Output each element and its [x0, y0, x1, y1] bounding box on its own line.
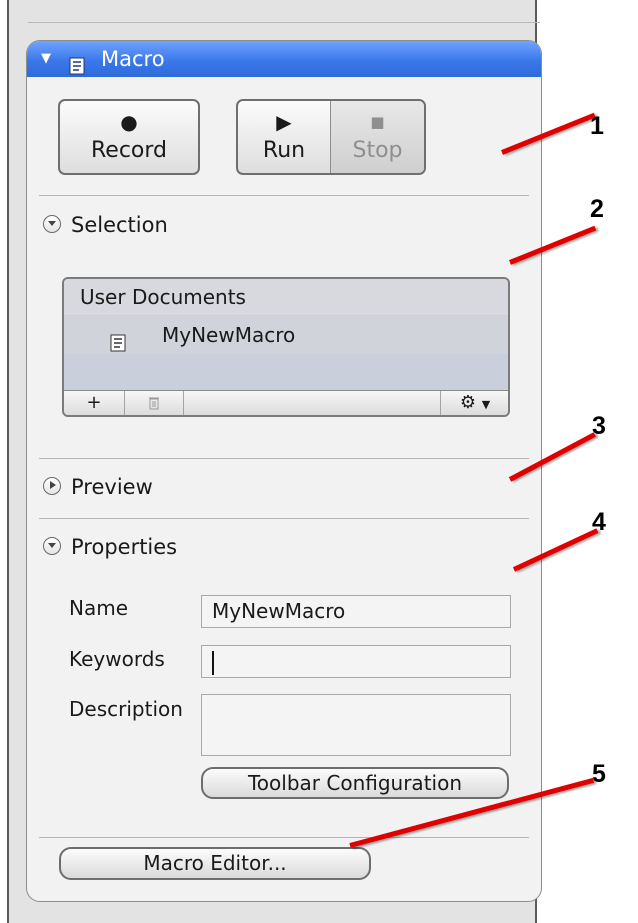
macro-document-icon	[69, 50, 85, 86]
list-item[interactable]: MyNewMacro	[64, 316, 508, 354]
keywords-label: Keywords	[69, 647, 165, 671]
actions-menu-button[interactable]: ⚙ ▼	[440, 391, 508, 415]
preview-title: Preview	[71, 475, 153, 499]
callout-number-4: 4	[592, 508, 606, 536]
run-label: Run	[262, 138, 306, 163]
delete-button[interactable]	[125, 391, 184, 415]
stop-icon: ■	[370, 113, 385, 131]
trash-icon	[148, 392, 160, 413]
description-field[interactable]	[201, 694, 511, 756]
macro-editor-button[interactable]: Macro Editor...	[59, 847, 371, 880]
play-icon: ▶	[276, 110, 292, 134]
name-label: Name	[69, 596, 129, 620]
callout-number-3: 3	[592, 412, 606, 440]
divider	[39, 518, 529, 519]
record-icon: ●	[120, 110, 138, 134]
divider	[39, 195, 529, 196]
collapse-arrow-icon[interactable]: ▼	[41, 41, 51, 77]
expanded-disclosure-icon	[43, 537, 61, 555]
list-group-header: User Documents	[64, 279, 508, 315]
list-item-label: MyNewMacro	[162, 323, 296, 347]
stop-button[interactable]: ■ Stop	[331, 101, 424, 173]
record-label: Record	[90, 138, 167, 163]
panel-header[interactable]: ▼ Macro	[27, 41, 541, 77]
collapsed-disclosure-icon	[43, 477, 61, 495]
callout-number-2: 2	[590, 195, 604, 223]
record-button[interactable]: ● Record	[58, 99, 200, 175]
macro-list: User Documents MyNewMacro + ⚙ ▼	[62, 277, 510, 417]
callout-number-1: 1	[590, 112, 604, 140]
list-toolbar: + ⚙ ▼	[64, 390, 508, 415]
properties-section-header[interactable]: Properties	[43, 535, 177, 559]
toolbar-configuration-button[interactable]: Toolbar Configuration	[201, 767, 509, 799]
selection-section-header[interactable]: Selection	[43, 213, 168, 237]
panel-title: Macro	[101, 47, 165, 71]
gear-icon: ⚙	[459, 392, 476, 413]
selection-title: Selection	[71, 213, 168, 237]
keywords-field[interactable]	[201, 645, 511, 678]
name-field[interactable]: MyNewMacro	[201, 595, 511, 628]
divider	[39, 458, 529, 459]
run-button[interactable]: ▶ Run	[238, 101, 331, 173]
macro-document-icon	[110, 326, 126, 364]
run-stop-group: ▶ Run ■ Stop	[236, 99, 426, 175]
macro-panel: ▼ Macro ● Record ▶ Run ■ Stop Selection …	[26, 40, 542, 902]
preview-section-header[interactable]: Preview	[43, 475, 153, 499]
frame-top-divider	[28, 22, 540, 23]
chevron-down-icon: ▼	[481, 398, 491, 411]
expanded-disclosure-icon	[43, 215, 61, 233]
stop-label: Stop	[352, 138, 403, 163]
callout-number-5: 5	[592, 760, 606, 788]
add-button[interactable]: +	[64, 391, 125, 415]
divider	[39, 837, 529, 838]
text-cursor	[212, 650, 214, 675]
properties-title: Properties	[71, 535, 178, 559]
description-label: Description	[69, 697, 183, 721]
